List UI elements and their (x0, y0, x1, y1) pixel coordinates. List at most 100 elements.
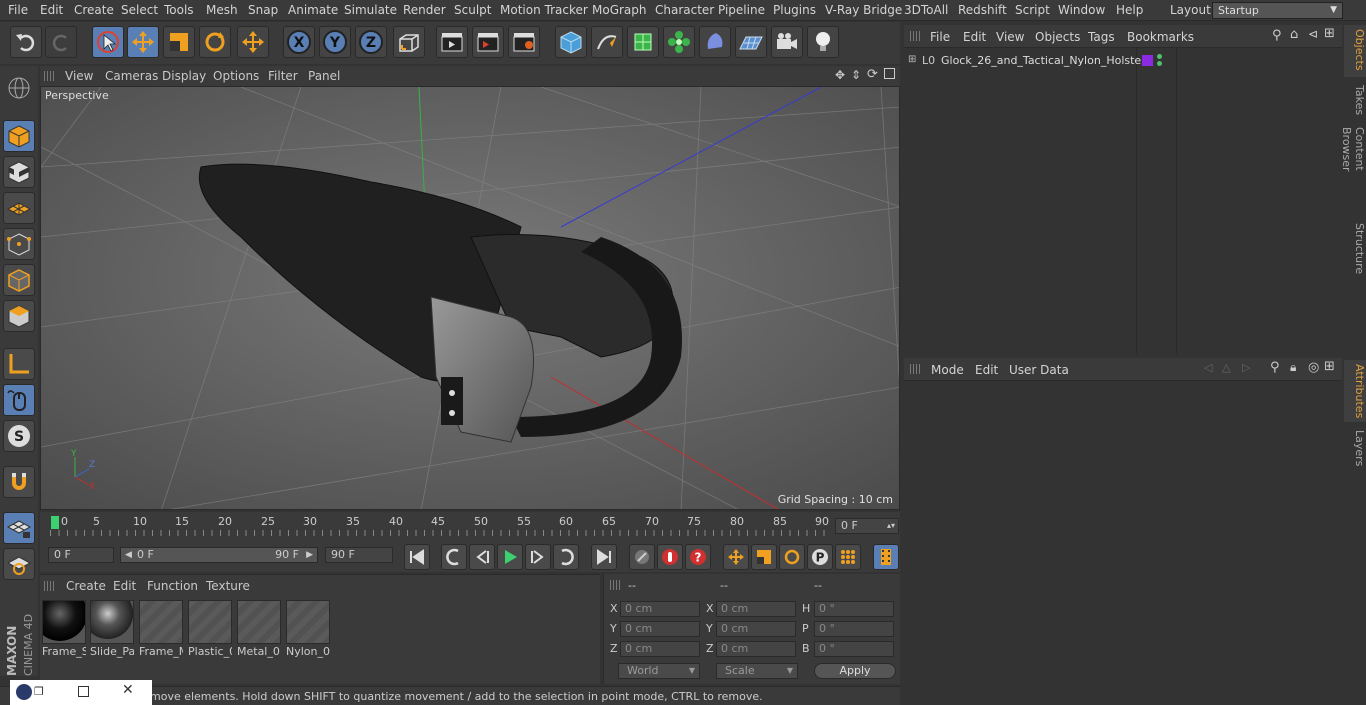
grid-lock-button[interactable] (3, 512, 35, 544)
back-icon[interactable]: ⊲ (1308, 27, 1318, 41)
menu-tools[interactable]: Tools (164, 3, 194, 17)
objects-menu-bookmarks[interactable]: Bookmarks (1127, 30, 1194, 44)
rot-h-field[interactable]: 0 ° (814, 601, 894, 617)
autokey-button[interactable] (657, 544, 683, 570)
texture-mode-button[interactable] (3, 156, 35, 188)
pan-view-icon[interactable]: ✥ (835, 68, 845, 82)
tab-objects[interactable]: Objects (1344, 25, 1366, 77)
menu-pipeline[interactable]: Pipeline (718, 3, 765, 17)
transform-tool-button[interactable] (237, 26, 269, 58)
panel-grip[interactable] (910, 31, 920, 41)
soft-selection-button[interactable] (3, 548, 35, 580)
attributes-menu-user-data[interactable]: User Data (1009, 363, 1069, 377)
subdivision-surface-button[interactable] (627, 26, 659, 58)
key-scale-button[interactable] (751, 544, 777, 570)
viewport-menu-view[interactable]: View (65, 69, 93, 83)
menu-create[interactable]: Create (74, 3, 114, 17)
tab-layers[interactable]: Layers (1344, 426, 1366, 466)
lock-icon[interactable]: 🔒︎ (1290, 360, 1296, 375)
material-swatch[interactable]: Frame_M (139, 600, 183, 658)
pos-z-field[interactable]: 0 cm (620, 641, 700, 657)
objects-menu-edit[interactable]: Edit (963, 30, 986, 44)
menu-3dtoall[interactable]: 3DToAll (904, 3, 948, 17)
viewport-menu-panel[interactable]: Panel (308, 69, 340, 83)
maximize-view-icon[interactable] (884, 68, 895, 79)
timeline-window-button[interactable] (873, 544, 899, 570)
z-axis-button[interactable]: Z (355, 26, 387, 58)
record-keys-button[interactable] (629, 544, 655, 570)
object-list[interactable]: ⊞ L0 Glock_26_and_Tactical_Nylon_Holster (904, 47, 1342, 354)
render-visibility-dot[interactable] (1157, 61, 1162, 66)
menu-animate[interactable]: Animate (288, 3, 338, 17)
menu-plugins[interactable]: Plugins (773, 3, 816, 17)
spline-pen-button[interactable] (591, 26, 623, 58)
key-rotation-button[interactable] (779, 544, 805, 570)
frame-range-slider[interactable]: ◀ 0 F 90 F ▶ (120, 547, 318, 563)
rot-p-field[interactable]: 0 ° (814, 621, 894, 637)
3d-viewport[interactable]: Y Z X Perspective Grid Spacing : 10 cm (40, 86, 900, 510)
enable-snap-button[interactable] (3, 466, 35, 498)
menu-vray-bridge[interactable]: V-Ray Bridge (825, 3, 902, 17)
material-swatch[interactable]: Frame_S (42, 600, 86, 658)
material-menu-edit[interactable]: Edit (113, 579, 136, 593)
cinema4d-app-icon[interactable] (16, 684, 32, 700)
deformer-button[interactable] (699, 26, 731, 58)
polygons-mode-button[interactable] (3, 300, 35, 332)
menu-edit[interactable]: Edit (40, 3, 63, 17)
scale-tool-button[interactable] (163, 26, 195, 58)
size-y-field[interactable]: 0 cm (716, 621, 796, 637)
timeline-ruler[interactable]: 0 5 10 15 20 25 30 35 40 45 50 55 60 65 … (40, 512, 900, 540)
move-tool-button[interactable] (127, 26, 159, 58)
y-axis-button[interactable]: Y (319, 26, 351, 58)
objects-menu-file[interactable]: File (930, 30, 950, 44)
rotate-tool-button[interactable] (199, 26, 231, 58)
floor-button[interactable] (735, 26, 767, 58)
material-swatch[interactable]: Plastic_0 (188, 600, 232, 658)
material-menu-function[interactable]: Function (147, 579, 198, 593)
attributes-menu-mode[interactable]: Mode (931, 363, 964, 377)
rotate-view-icon[interactable]: ⟳ (867, 67, 878, 82)
tab-takes[interactable]: Takes (1344, 81, 1366, 121)
size-z-field[interactable]: 0 cm (716, 641, 796, 657)
go-to-end-button[interactable] (591, 544, 617, 570)
objects-menu-view[interactable]: View (996, 30, 1024, 44)
menu-snap[interactable]: Snap (248, 3, 278, 17)
menu-character[interactable]: Character (655, 3, 714, 17)
dolly-view-icon[interactable]: ⇕ (851, 68, 861, 82)
restore-icon[interactable]: ❐ (34, 685, 44, 698)
new-view-icon[interactable]: ⊞ (1324, 26, 1335, 41)
play-button[interactable] (497, 544, 523, 570)
tab-structure[interactable]: Structure (1344, 219, 1366, 274)
material-swatch[interactable]: Slide_Pa (90, 600, 134, 658)
live-selection-button[interactable] (92, 26, 124, 58)
next-key-button[interactable] (553, 544, 579, 570)
workplane-mode-button[interactable] (3, 192, 35, 224)
key-pla-button[interactable] (835, 544, 861, 570)
next-frame-button[interactable] (525, 544, 551, 570)
panel-grip[interactable] (44, 581, 54, 591)
render-view-button[interactable] (436, 26, 468, 58)
key-position-button[interactable] (723, 544, 749, 570)
attributes-menu-edit[interactable]: Edit (975, 363, 998, 377)
render-settings-button[interactable] (508, 26, 540, 58)
objects-menu-tags[interactable]: Tags (1088, 30, 1115, 44)
coordinate-system-button[interactable] (393, 26, 425, 58)
search-icon[interactable]: ⚲ (1272, 28, 1282, 43)
end-frame-field[interactable]: 90 F (325, 547, 393, 563)
size-x-field[interactable]: 0 cm (716, 601, 796, 617)
current-frame-field[interactable]: 0 F ▴▾ (835, 518, 899, 534)
menu-file[interactable]: File (8, 3, 28, 17)
close-icon[interactable]: ✕ (122, 682, 134, 698)
viewport-menu-display[interactable]: Display (162, 69, 206, 83)
object-name[interactable]: Glock_26_and_Tactical_Nylon_Holster (941, 54, 1146, 67)
menu-mograph[interactable]: MoGraph (592, 3, 647, 17)
key-parameter-button[interactable]: P (807, 544, 833, 570)
object-row[interactable]: ⊞ L0 Glock_26_and_Tactical_Nylon_Holster (904, 52, 1342, 70)
maximize-icon[interactable] (78, 686, 89, 697)
tab-content-browser[interactable]: Content Browser (1340, 123, 1366, 215)
panel-grip[interactable] (44, 71, 54, 81)
apply-button[interactable]: Apply (814, 663, 896, 679)
layer-color-tag[interactable] (1142, 55, 1153, 66)
viewport-menu-filter[interactable]: Filter (268, 69, 298, 83)
tab-attributes[interactable]: Attributes (1344, 360, 1366, 422)
